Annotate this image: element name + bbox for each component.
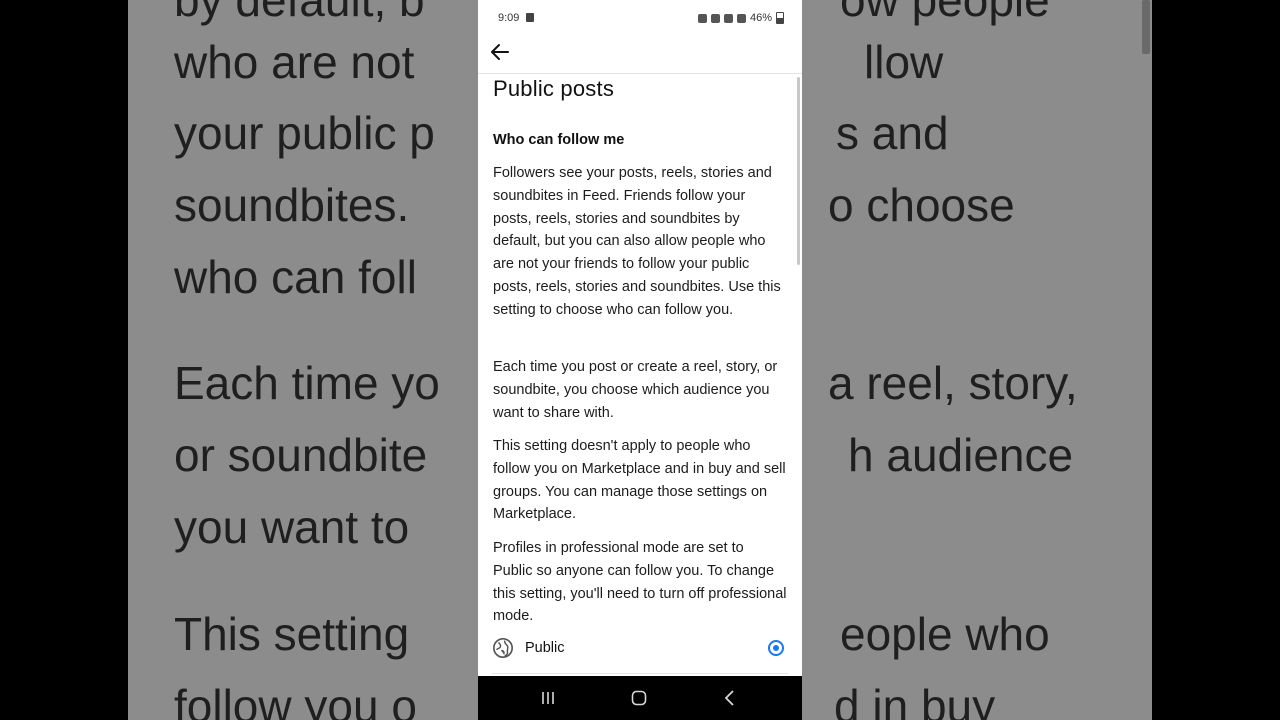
status-time: 9:09 [498,12,520,24]
settings-content[interactable]: Public posts Who can follow me Followers… [478,73,802,676]
home-icon[interactable] [627,686,651,710]
recent-apps-icon[interactable] [536,686,560,710]
background-text-line: d in buy [834,680,996,720]
content-scrollbar[interactable] [797,77,800,265]
page-title: Public posts [493,76,615,101]
status-bar: 9:09 46% [478,0,802,36]
description-paragraph: Profiles in professional mode are set to… [493,540,787,625]
option-public[interactable]: Public [478,635,802,675]
background-text-line: your public p [174,107,435,159]
background-text-line: h audience [848,429,1074,481]
battery-percent: 46% [749,12,772,24]
alarm-icon [697,13,707,23]
signal-icon [736,13,746,23]
divider [492,673,788,674]
section-title: Who can follow me [493,132,625,148]
background-scrollbar [1142,0,1150,54]
background-text-line: who are not [174,36,415,88]
phone-screen: 9:09 46% Public posts Who can follow me … [478,0,802,720]
battery-icon [776,12,784,24]
radio-selected[interactable] [768,640,784,656]
background-text-line: s and [836,107,949,159]
background-text-line: who can foll [174,251,417,303]
description-paragraph: Each time you post or create a reel, sto… [493,359,778,421]
mute-icon [710,13,720,23]
background-text-line: eople who [840,608,1050,660]
background-text-line: llow [864,36,944,88]
background-text-line: This setting [174,608,410,660]
top-app-bar [478,36,802,74]
notification-icon [526,13,534,22]
system-nav-bar [478,676,802,720]
background-text-line: soundbites. [174,179,410,231]
description-paragraph: This setting doesn't apply to people who… [493,438,786,523]
background-text-line: Each time yo [174,357,440,409]
background-text-line: or soundbite [174,429,428,481]
option-label: Public [525,640,565,656]
background-text-line: follow you o [174,680,417,720]
background-text-line: a reel, story, [828,357,1078,409]
wifi-icon [723,13,733,23]
background-text-line: you want to [174,501,410,553]
background-text-line: o choose [828,179,1015,231]
description-paragraph: Followers see your posts, reels, stories… [493,165,781,318]
status-icons: 46% [697,12,784,24]
globe-icon [493,638,513,658]
back-arrow-icon[interactable] [488,40,512,64]
back-nav-icon[interactable] [718,686,742,710]
